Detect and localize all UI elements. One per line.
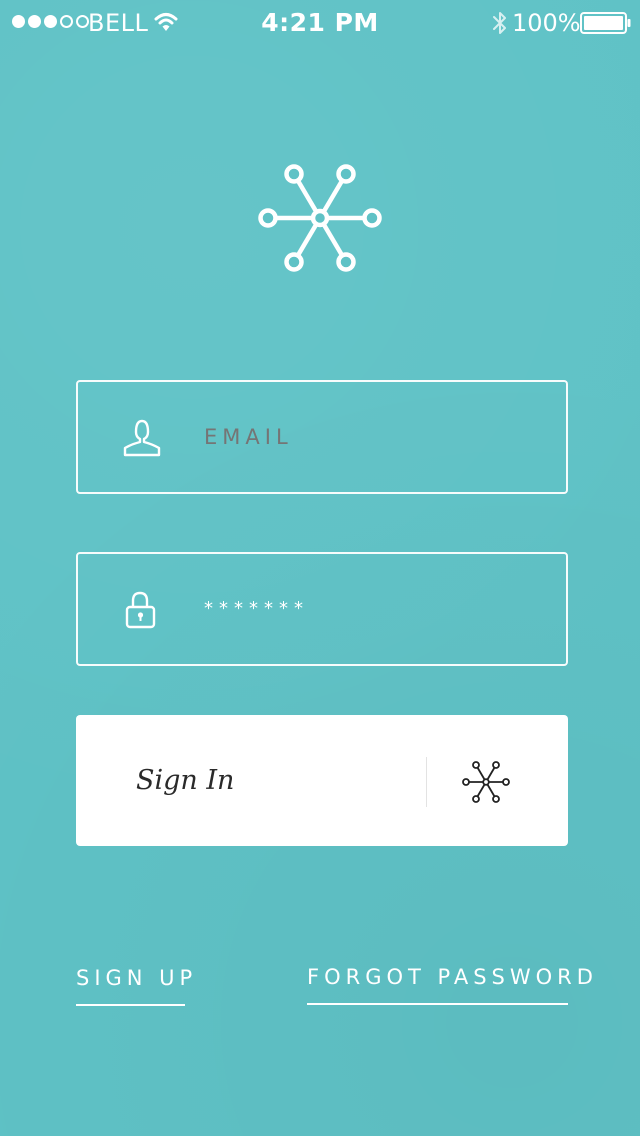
bluetooth-icon — [493, 12, 506, 34]
sign-in-label: Sign In — [136, 765, 235, 796]
email-field-container[interactable] — [76, 380, 568, 494]
forgot-password-link[interactable]: FORGOT PASSWORD — [307, 965, 593, 1005]
asterisk-network-icon — [462, 761, 510, 803]
lock-icon — [125, 591, 156, 629]
login-screen: BELL 4:21 PM 100% EMAIL ******* Sign In … — [0, 0, 640, 1136]
button-divider — [426, 757, 427, 807]
password-input[interactable]: ******* — [204, 554, 544, 664]
app-logo-icon — [258, 164, 382, 272]
email-input[interactable] — [204, 382, 544, 492]
password-field-container[interactable]: ******* — [76, 552, 568, 666]
user-icon — [123, 419, 161, 457]
sign-up-link[interactable]: SIGN UP — [76, 966, 192, 1006]
sign-in-button[interactable]: Sign In — [76, 715, 568, 846]
status-bar: BELL 4:21 PM 100% — [0, 0, 640, 46]
battery-percentage: 100% — [512, 9, 581, 37]
battery-icon — [580, 12, 631, 34]
